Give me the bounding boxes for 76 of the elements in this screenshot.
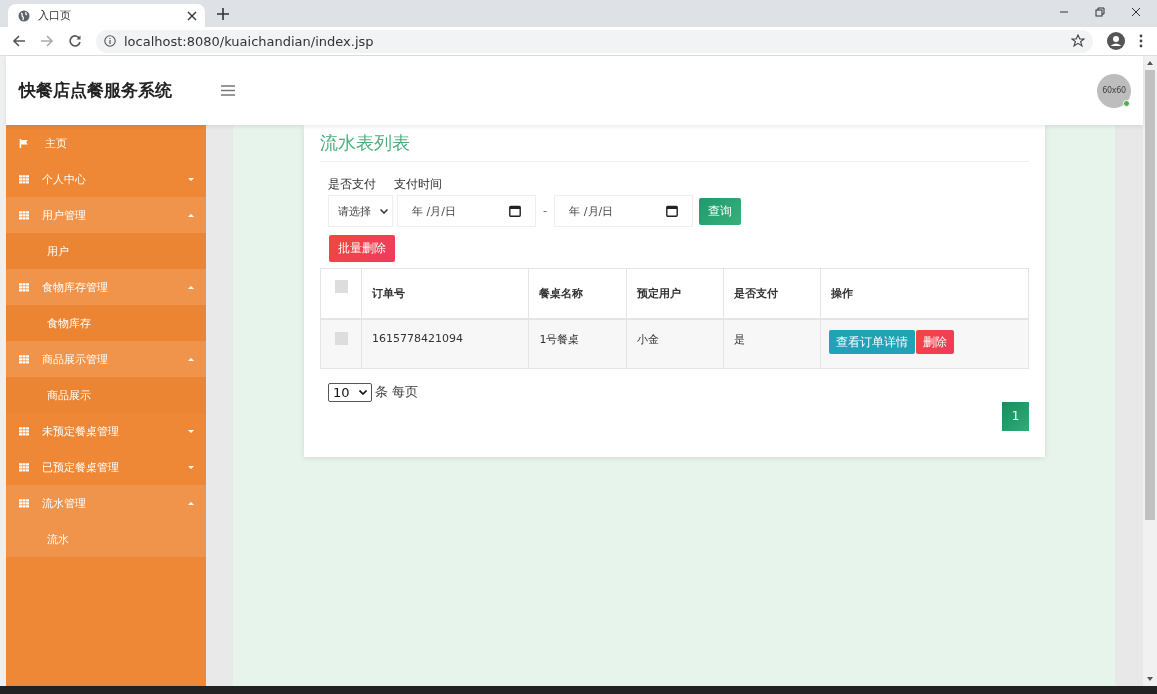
date-field[interactable]: 年 /月/日 — [397, 195, 536, 227]
star-icon[interactable] — [1071, 34, 1085, 48]
scroll-up-icon[interactable] — [1147, 61, 1153, 65]
sidebar-item[interactable]: 个人中心 — [6, 161, 206, 197]
delete-button[interactable]: 删除 — [916, 330, 954, 354]
grid-icon — [19, 174, 29, 184]
grid-icon — [19, 462, 29, 472]
chevron-down-icon — [359, 389, 367, 395]
checkbox[interactable] — [334, 332, 348, 345]
info-icon — [104, 35, 116, 47]
close-icon[interactable] — [187, 10, 197, 21]
address-bar[interactable]: localhost:8080/kuaichandian/index.jsp — [96, 29, 1093, 53]
table-cell: 是 — [733, 333, 745, 346]
table-cell: 1615778421094 — [372, 332, 463, 345]
table-cell: 小金 — [636, 333, 659, 346]
sidebar-item[interactable]: 已预定餐桌管理 — [6, 449, 206, 485]
tab-title: 入口页 — [38, 8, 72, 23]
view-details-button[interactable]: 查看订单详情 — [829, 330, 915, 354]
avatar[interactable]: 60x60 — [1097, 73, 1131, 108]
column-header: 预定用户 — [636, 287, 681, 300]
column-header: 是否支付 — [733, 287, 778, 300]
sidebar-item[interactable]: 商品展示管理 — [6, 341, 206, 377]
globe-icon — [18, 9, 30, 22]
list-title: 流水表列表 — [320, 131, 1029, 162]
caret-icon — [188, 465, 194, 469]
chevron-down-icon — [380, 208, 388, 214]
grid-icon — [19, 210, 29, 220]
paid-select[interactable]: 请选择 — [328, 195, 393, 227]
grid-icon — [19, 498, 29, 508]
scroll-down-icon[interactable] — [1147, 677, 1153, 681]
page-size-select[interactable]: 10 — [328, 382, 372, 402]
reload-icon[interactable] — [68, 34, 82, 48]
caret-icon — [188, 429, 194, 433]
page-button[interactable]: 1 — [1002, 401, 1029, 431]
close-icon[interactable] — [1131, 7, 1141, 17]
table-cell: 1号餐桌 — [539, 333, 580, 346]
column-header: 操作 — [831, 287, 853, 300]
sidebar-item[interactable]: 未预定餐桌管理 — [6, 413, 206, 449]
calendar-icon[interactable] — [666, 205, 679, 217]
page-size-label: 条 每页 — [375, 383, 419, 401]
sidebar-subitem[interactable]: 流水 — [6, 521, 206, 557]
grid-icon — [19, 354, 29, 364]
account-icon[interactable] — [1107, 32, 1125, 50]
caret-icon — [188, 357, 194, 361]
scrollbar[interactable] — [1143, 56, 1157, 686]
grid-icon — [19, 426, 29, 436]
sidebar-item[interactable]: 主页 — [6, 125, 206, 161]
calendar-icon[interactable] — [509, 205, 521, 217]
back-arrow-icon[interactable] — [12, 34, 26, 48]
caret-icon — [188, 501, 194, 505]
plus-icon[interactable] — [217, 8, 229, 20]
scrollbar-thumb[interactable] — [1145, 70, 1155, 520]
caret-icon — [188, 213, 194, 217]
more-options-icon[interactable] — [1139, 34, 1143, 48]
grid-icon — [19, 282, 29, 292]
sidebar-item[interactable]: 食物库存管理 — [6, 269, 206, 305]
browser-tab[interactable]: 入口页 — [8, 4, 205, 27]
menu-icon[interactable] — [221, 85, 235, 96]
caret-icon — [188, 285, 194, 289]
app-title: 快餐店点餐服务系统 — [19, 79, 173, 102]
batch-delete-button[interactable]: 批量删除 — [329, 235, 395, 262]
sidebar-item[interactable]: 流水管理 — [6, 485, 206, 521]
restore-icon[interactable] — [1095, 7, 1105, 17]
caret-icon — [188, 177, 194, 181]
column-header: 订单号 — [372, 287, 405, 300]
checkbox[interactable] — [334, 280, 348, 293]
avatar-text: 60x60 — [1102, 86, 1126, 95]
sidebar-item[interactable]: 用户管理 — [6, 197, 206, 233]
flag-icon — [19, 138, 29, 148]
date-separator: - — [542, 204, 549, 218]
column-header: 餐桌名称 — [539, 287, 584, 300]
date-field[interactable]: 年 /月/日 — [554, 195, 694, 227]
filter-label: 是否支付 — [328, 176, 376, 193]
url-text: localhost:8080/kuaichandian/index.jsp — [124, 33, 375, 49]
filter-label: 支付时间 — [394, 176, 442, 193]
search-button[interactable]: 查询 — [699, 197, 742, 225]
